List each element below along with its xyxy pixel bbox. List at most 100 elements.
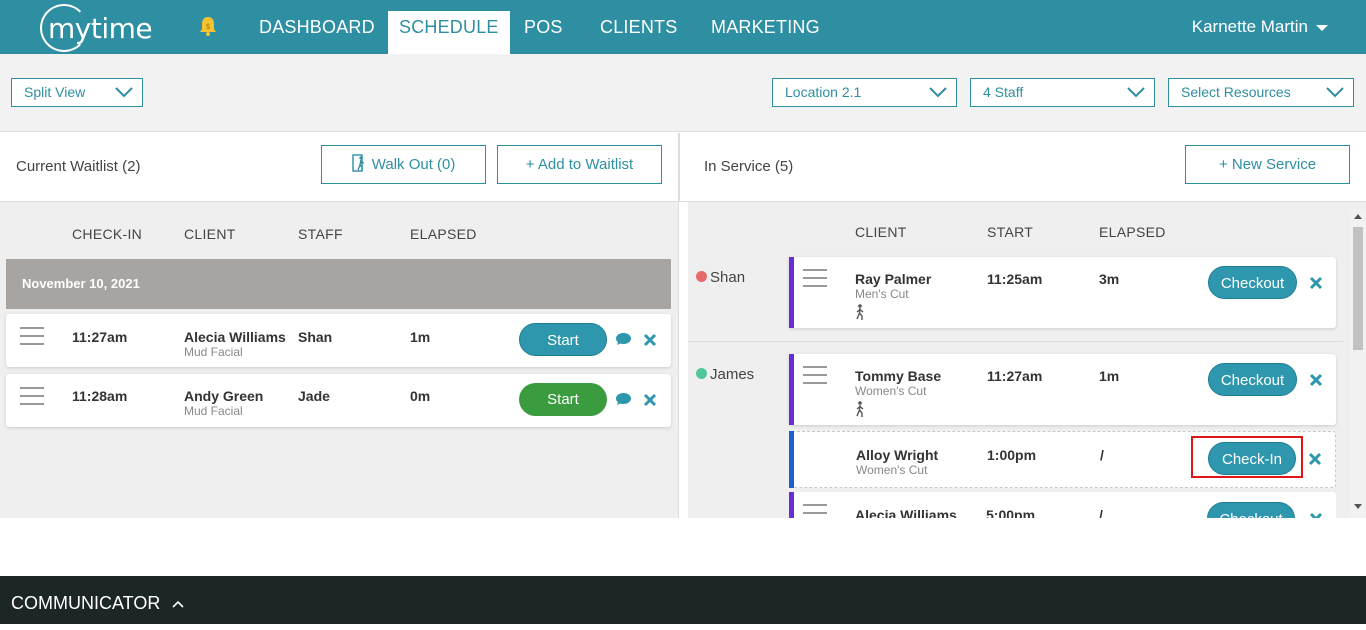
nav-clients[interactable]: CLIENTS <box>600 0 677 54</box>
checkout-button[interactable]: Checkout <box>1208 363 1297 396</box>
user-name: Karnette Martin <box>1191 17 1308 36</box>
column-elapsed[interactable]: ELAPSED <box>410 226 477 242</box>
chat-bubble-icon[interactable] <box>615 392 632 406</box>
waitlist-header: Current Waitlist (2) Walk Out (0) + Add … <box>0 133 678 202</box>
client-name[interactable]: Tommy Base <box>855 368 941 384</box>
start-time: 5:00pm <box>986 507 1036 518</box>
waitlist-row[interactable]: 11:27am Alecia Williams Mud Facial Shan … <box>6 314 671 367</box>
scroll-down-icon[interactable] <box>1354 504 1362 510</box>
client-name[interactable]: Alecia Williams <box>184 329 286 345</box>
chevron-down-icon <box>1127 87 1145 98</box>
start-time: 11:27am <box>987 368 1043 384</box>
in-service-header: In Service (5) + New Service <box>679 133 1366 202</box>
filter-bar: Split View Location 2.1 4 Staff Select R… <box>0 54 1366 132</box>
close-icon[interactable] <box>643 393 657 407</box>
column-start[interactable]: START <box>987 224 1033 240</box>
column-elapsed[interactable]: ELAPSED <box>1099 224 1166 240</box>
date-group-header: November 10, 2021 <box>6 259 671 309</box>
close-icon[interactable] <box>1308 452 1322 466</box>
service-color-bar <box>789 354 794 425</box>
add-to-waitlist-button[interactable]: + Add to Waitlist <box>497 145 662 184</box>
scroll-up-icon[interactable] <box>1354 213 1362 219</box>
close-icon[interactable] <box>1309 512 1323 518</box>
staff-group-name: James <box>710 366 755 383</box>
chevron-down-icon <box>115 87 133 98</box>
service-name: Mud Facial <box>184 404 243 418</box>
mytime-logo[interactable]: mytime <box>40 4 160 52</box>
communicator-bar[interactable]: COMMUNICATOR <box>0 576 1366 624</box>
top-nav: mytime $ DASHBOARD SCHEDULE POS CLIENTS … <box>0 0 1366 54</box>
nav-pos[interactable]: POS <box>524 0 563 54</box>
caret-down-icon <box>1316 24 1328 31</box>
waitlist-row[interactable]: 11:28am Andy Green Mud Facial Jade 0m St… <box>6 374 671 427</box>
drag-handle-icon[interactable] <box>20 327 44 345</box>
start-time: 11:25am <box>987 271 1043 287</box>
chevron-up-icon[interactable] <box>171 599 185 609</box>
close-icon[interactable] <box>1309 276 1323 290</box>
resources-select[interactable]: Select Resources <box>1168 78 1354 107</box>
service-row[interactable]: Ray Palmer Men's Cut 11:25am 3m Checkout <box>789 257 1336 328</box>
service-name: Women's Cut <box>855 384 927 398</box>
column-staff[interactable]: STAFF <box>298 226 343 242</box>
drag-handle-icon[interactable] <box>803 504 827 518</box>
scroll-thumb[interactable] <box>1353 227 1363 350</box>
walk-out-label: Walk Out (0) <box>371 156 456 173</box>
staff-group-name: Shan <box>710 269 746 286</box>
client-name[interactable]: Alecia Williams <box>855 507 957 518</box>
start-button[interactable]: Start <box>519 323 607 356</box>
svg-text:$: $ <box>205 22 210 31</box>
column-check-in[interactable]: CHECK-IN <box>72 226 142 242</box>
nav-marketing[interactable]: MARKETING <box>711 0 820 54</box>
status-dot <box>696 368 707 379</box>
drag-handle-icon[interactable] <box>803 366 827 384</box>
scrollbar[interactable] <box>1350 210 1366 518</box>
view-select-value: Split View <box>24 84 86 100</box>
service-name: Mud Facial <box>184 345 243 359</box>
checkout-button[interactable]: Checkout <box>1207 502 1295 518</box>
client-name[interactable]: Andy Green <box>184 388 263 404</box>
elapsed-time: / <box>1099 507 1103 518</box>
chevron-down-icon <box>929 87 947 98</box>
elapsed-time: 1m <box>410 329 431 345</box>
staff-group-james: James <box>696 366 754 383</box>
location-select-value: Location 2.1 <box>785 84 862 100</box>
chat-bubble-icon[interactable] <box>615 332 632 346</box>
service-row-clip: Alecia Williams 5:00pm / Checkout <box>789 492 1336 518</box>
in-service-panel: In Service (5) + New Service CLIENT STAR… <box>679 133 1366 518</box>
client-name[interactable]: Ray Palmer <box>855 271 931 287</box>
column-client[interactable]: CLIENT <box>855 224 907 240</box>
close-icon[interactable] <box>1309 373 1323 387</box>
staff-select[interactable]: 4 Staff <box>970 78 1155 107</box>
start-time: 1:00pm <box>987 447 1037 463</box>
location-select[interactable]: Location 2.1 <box>772 78 957 107</box>
drag-handle-icon[interactable] <box>20 387 44 405</box>
nav-schedule[interactable]: SCHEDULE <box>388 11 510 54</box>
bell-icon[interactable]: $ <box>198 15 218 37</box>
group-divider <box>688 341 1343 342</box>
in-service-title: In Service (5) <box>704 158 794 175</box>
walk-in-icon <box>856 401 864 417</box>
service-row[interactable]: Alecia Williams 5:00pm / Checkout <box>789 492 1336 518</box>
service-row[interactable]: Tommy Base Women's Cut 11:27am 1m Checko… <box>789 354 1336 425</box>
close-icon[interactable] <box>643 333 657 347</box>
walk-out-icon <box>351 154 364 172</box>
walk-out-button[interactable]: Walk Out (0) <box>321 145 486 184</box>
service-name: Women's Cut <box>856 463 928 477</box>
communicator-label: COMMUNICATOR <box>11 593 161 613</box>
checkout-button[interactable]: Checkout <box>1208 266 1297 299</box>
staff-name: Jade <box>298 388 330 404</box>
user-menu[interactable]: Karnette Martin <box>1192 0 1328 54</box>
staff-select-value: 4 Staff <box>983 84 1024 100</box>
waitlist-title: Current Waitlist (2) <box>16 158 141 175</box>
column-client[interactable]: CLIENT <box>184 226 236 242</box>
view-select[interactable]: Split View <box>11 78 143 107</box>
start-button[interactable]: Start <box>519 383 607 416</box>
client-name[interactable]: Alloy Wright <box>856 447 938 463</box>
new-service-button[interactable]: + New Service <box>1185 145 1350 184</box>
chevron-down-icon <box>1326 87 1344 98</box>
service-color-bar <box>789 492 794 518</box>
resources-select-value: Select Resources <box>1181 84 1291 100</box>
drag-handle-icon[interactable] <box>803 269 827 287</box>
check-in-highlight <box>1191 436 1303 478</box>
nav-dashboard[interactable]: DASHBOARD <box>259 0 375 54</box>
